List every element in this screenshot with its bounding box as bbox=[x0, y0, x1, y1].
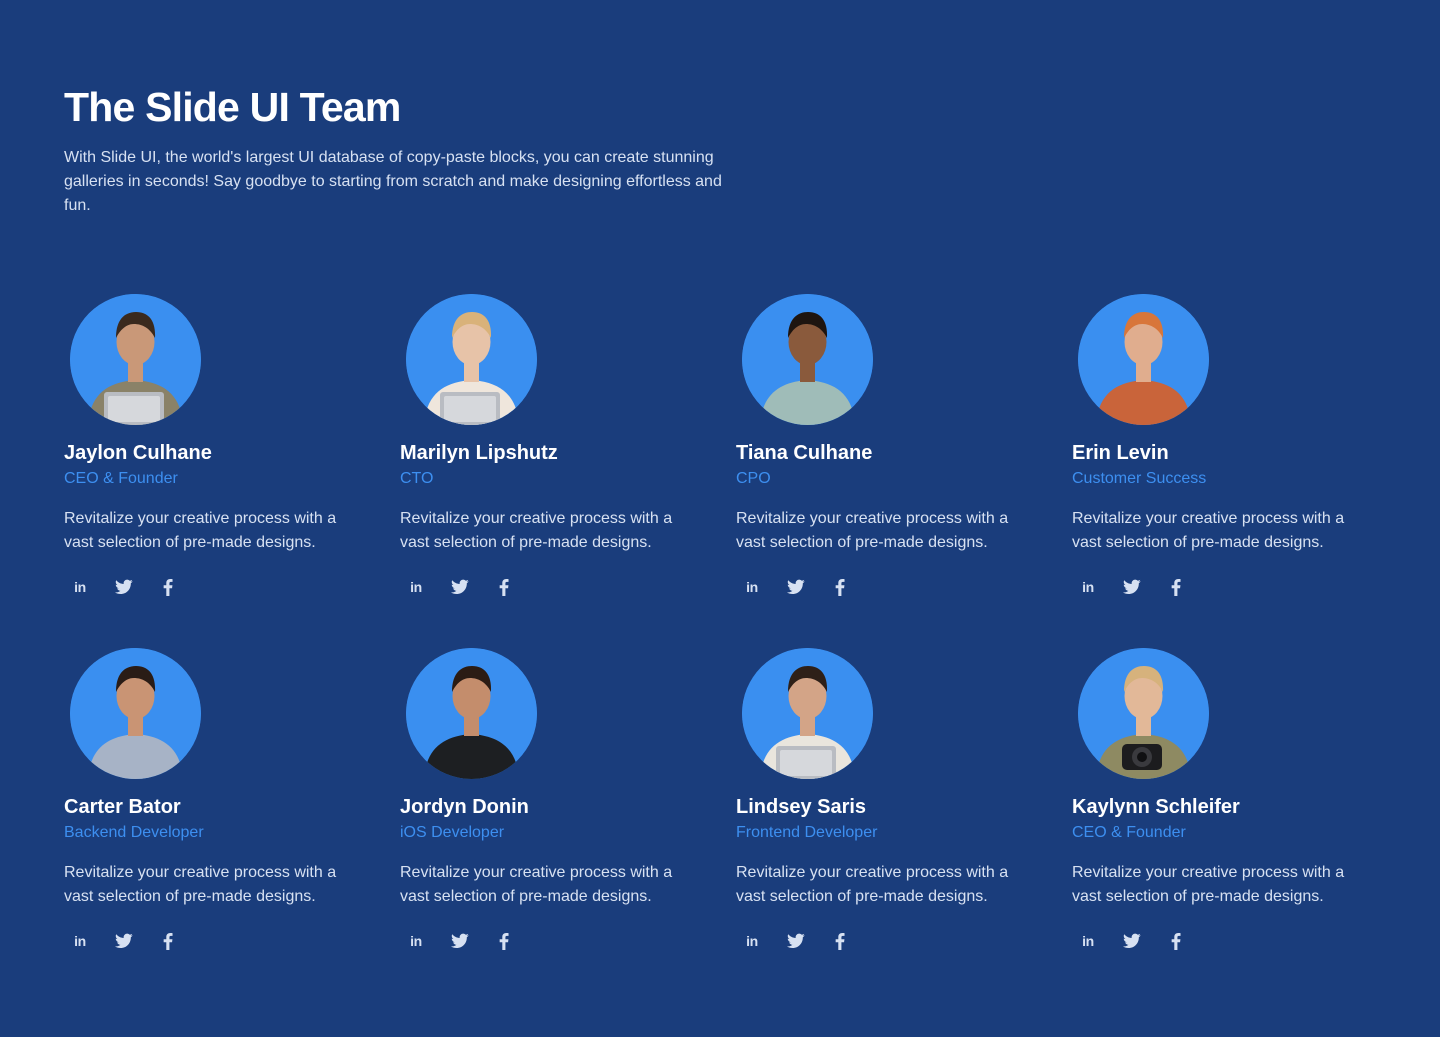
social-links: in bbox=[68, 930, 180, 952]
linkedin-icon[interactable]: in bbox=[404, 576, 428, 598]
linkedin-icon-label: in bbox=[746, 579, 758, 595]
facebook-icon[interactable] bbox=[492, 576, 516, 598]
linkedin-icon[interactable]: in bbox=[68, 576, 92, 598]
member-bio: Revitalize your creative process with a … bbox=[1072, 510, 1345, 551]
member-role: Backend Developer bbox=[64, 824, 204, 841]
avatar bbox=[1078, 294, 1209, 425]
linkedin-icon[interactable]: in bbox=[740, 930, 764, 952]
facebook-icon[interactable] bbox=[1164, 576, 1188, 598]
member-role: CEO & Founder bbox=[1072, 824, 1186, 841]
social-links: in bbox=[404, 930, 516, 952]
twitter-icon[interactable] bbox=[784, 576, 808, 598]
twitter-icon[interactable] bbox=[448, 576, 472, 598]
facebook-icon[interactable] bbox=[492, 930, 516, 952]
member-name: Jaylon Culhane bbox=[64, 442, 212, 464]
team-member-card: Lindsey Saris Frontend Developer Revitaliz… bbox=[736, 632, 1072, 986]
member-role: CPO bbox=[736, 470, 771, 487]
member-name: Lindsey Saris bbox=[736, 796, 867, 818]
linkedin-icon[interactable]: in bbox=[1076, 930, 1100, 952]
member-role: Customer Success bbox=[1072, 470, 1207, 487]
avatar bbox=[70, 294, 201, 425]
social-links: in bbox=[68, 576, 180, 598]
twitter-icon[interactable] bbox=[112, 576, 136, 598]
facebook-icon[interactable] bbox=[1164, 930, 1188, 952]
linkedin-icon-label: in bbox=[746, 933, 758, 949]
twitter-icon[interactable] bbox=[448, 930, 472, 952]
social-links: in bbox=[740, 930, 852, 952]
linkedin-icon[interactable]: in bbox=[404, 930, 428, 952]
linkedin-icon[interactable]: in bbox=[1076, 576, 1100, 598]
page-description: With Slide UI, the world's largest UI da… bbox=[64, 149, 722, 214]
facebook-icon[interactable] bbox=[156, 930, 180, 952]
member-role: CTO bbox=[400, 470, 434, 487]
team-member-card: Jaylon Culhane CEO & Founder Revitalize yo… bbox=[64, 278, 400, 632]
facebook-icon[interactable] bbox=[828, 576, 852, 598]
member-name: Marilyn Lipshutz bbox=[400, 442, 558, 464]
avatar bbox=[742, 648, 873, 779]
member-role: Frontend Developer bbox=[736, 824, 878, 841]
team-member-card: Carter Bator Backend Developer Revitalize … bbox=[64, 632, 400, 986]
linkedin-icon[interactable]: in bbox=[68, 930, 92, 952]
team-member-card: Kaylynn Schleifer CEO & Founder Revitalize… bbox=[1072, 632, 1408, 986]
member-bio: Revitalize your creative process with a … bbox=[736, 510, 1009, 551]
team-member-card: Erin Levin Customer Success Revitalize you… bbox=[1072, 278, 1408, 632]
member-role: iOS Developer bbox=[400, 824, 505, 841]
member-bio: Revitalize your creative process with a … bbox=[400, 864, 673, 905]
linkedin-icon-label: in bbox=[410, 933, 422, 949]
team-grid: Jaylon Culhane CEO & Founder Revitalize yo… bbox=[64, 278, 1408, 986]
twitter-icon[interactable] bbox=[1120, 576, 1144, 598]
linkedin-icon-label: in bbox=[74, 579, 86, 595]
avatar bbox=[406, 294, 537, 425]
member-bio: Revitalize your creative process with a … bbox=[400, 510, 673, 551]
social-links: in bbox=[1076, 576, 1188, 598]
avatar bbox=[1078, 648, 1209, 779]
social-links: in bbox=[404, 576, 516, 598]
linkedin-icon-label: in bbox=[1082, 933, 1094, 949]
linkedin-icon-label: in bbox=[74, 933, 86, 949]
page-title: The Slide UI Team bbox=[64, 84, 401, 130]
team-member-card: Jordyn Donin iOS Developer Revitalize your… bbox=[400, 632, 736, 986]
member-name: Erin Levin bbox=[1072, 442, 1169, 464]
member-name: Tiana Culhane bbox=[736, 442, 873, 464]
team-member-card: Marilyn Lipshutz CTO Revitalize your creat… bbox=[400, 278, 736, 632]
facebook-icon[interactable] bbox=[156, 576, 180, 598]
linkedin-icon[interactable]: in bbox=[740, 576, 764, 598]
twitter-icon[interactable] bbox=[1120, 930, 1144, 952]
member-bio: Revitalize your creative process with a … bbox=[1072, 864, 1345, 905]
team-member-card: Tiana Culhane CPO Revitalize your creative… bbox=[736, 278, 1072, 632]
social-links: in bbox=[1076, 930, 1188, 952]
facebook-icon[interactable] bbox=[828, 930, 852, 952]
social-links: in bbox=[740, 576, 852, 598]
avatar bbox=[742, 294, 873, 425]
member-name: Carter Bator bbox=[64, 796, 181, 818]
member-name: Kaylynn Schleifer bbox=[1072, 796, 1240, 818]
linkedin-icon-label: in bbox=[410, 579, 422, 595]
avatar bbox=[406, 648, 537, 779]
twitter-icon[interactable] bbox=[112, 930, 136, 952]
linkedin-icon-label: in bbox=[1082, 579, 1094, 595]
twitter-icon[interactable] bbox=[784, 930, 808, 952]
member-bio: Revitalize your creative process with a … bbox=[736, 864, 1009, 905]
team-section: The Slide UI Team With Slide UI, the wor… bbox=[0, 0, 1440, 1037]
member-bio: Revitalize your creative process with a … bbox=[64, 864, 337, 905]
member-name: Jordyn Donin bbox=[400, 796, 529, 818]
member-role: CEO & Founder bbox=[64, 470, 178, 487]
avatar bbox=[70, 648, 201, 779]
member-bio: Revitalize your creative process with a … bbox=[64, 510, 337, 551]
